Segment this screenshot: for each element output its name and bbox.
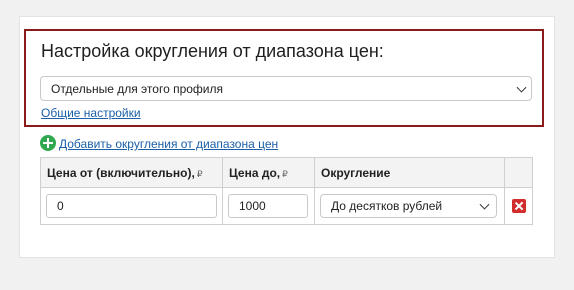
plus-circle-icon[interactable] [40, 135, 56, 151]
rounding-select[interactable]: До десятков рублей [320, 194, 497, 218]
general-settings-link[interactable]: Общие настройки [41, 106, 141, 120]
rounding-mode-select[interactable]: Отдельные для этого профиля [40, 76, 532, 101]
header-actions [504, 157, 533, 188]
cell-actions [504, 187, 533, 225]
cell-price-to: 1000 [222, 187, 315, 225]
table-header-row: Цена от (включительно), ₽ Цена до, ₽ Округ… [40, 157, 533, 188]
price-to-input[interactable]: 1000 [228, 194, 308, 218]
cell-rounding: До десятков рублей [314, 187, 505, 225]
price-to-value: 1000 [239, 199, 266, 213]
delete-x-icon[interactable] [511, 199, 526, 213]
currency-symbol: ₽ [196, 168, 203, 179]
cell-price-from: 0 [40, 187, 223, 225]
rounding-value: До десятков рублей [331, 199, 443, 213]
price-from-value: 0 [57, 199, 64, 213]
section-title: Настройка округления от диапазона цен: [41, 41, 384, 61]
header-price-to: Цена до, ₽ [222, 157, 315, 188]
price-from-input[interactable]: 0 [46, 194, 217, 218]
table-row: 0 1000 До десятков рублей [40, 187, 533, 225]
header-price-from-label: Цена от (включительно), [47, 165, 195, 180]
header-rounding: Округление [314, 157, 505, 188]
price-ranges-table: Цена от (включительно), ₽ Цена до, ₽ Округ… [40, 157, 533, 225]
add-range-link[interactable]: Добавить округления от диапазона цен [59, 137, 278, 151]
profile-rounding-section: Настройка округления от диапазона цен: О… [24, 29, 544, 127]
rounding-mode-value: Отдельные для этого профиля [51, 81, 223, 96]
currency-symbol: ₽ [282, 168, 288, 179]
chevron-down-icon [479, 199, 490, 210]
header-price-to-label: Цена до, [229, 165, 281, 180]
header-price-from: Цена от (включительно), ₽ [40, 157, 223, 188]
chevron-down-icon [516, 82, 527, 93]
